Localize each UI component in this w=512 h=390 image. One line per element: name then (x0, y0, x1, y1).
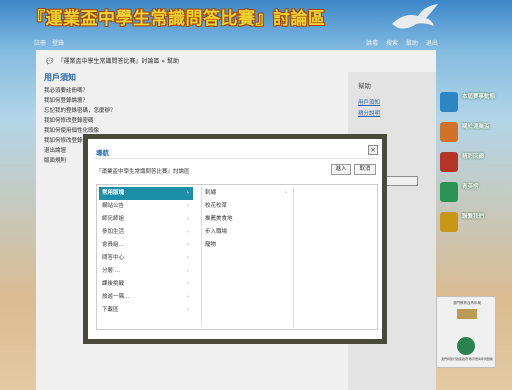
forum-category-item[interactable]: 旅遊一隅... › (99, 291, 193, 304)
forum-category-label: 網站公告 (102, 203, 125, 209)
forum-category-item[interactable]: 會員組... › (99, 239, 193, 252)
forum-category-item[interactable]: 分層 ... › (99, 265, 193, 278)
enter-button[interactable]: 進入 (331, 164, 351, 175)
forum-board-item[interactable]: 寵物 (202, 239, 291, 252)
chevron-right-icon: › (186, 203, 189, 209)
forum-category-item[interactable]: 下載區 › (99, 304, 193, 317)
forum-category-label: 課後挑戰 (102, 281, 125, 287)
chevron-right-icon: › (186, 268, 189, 274)
chevron-right-icon: › (284, 190, 287, 196)
chevron-right-icon: › (186, 255, 189, 261)
forum-category-label: 旅遊一隅... (102, 294, 130, 300)
chevron-right-icon: › (186, 242, 189, 248)
forum-category-item[interactable]: 問答中心 › (99, 252, 193, 265)
forum-category-label: 分層 ... (102, 268, 120, 274)
forum-category-label: 參加生活 (102, 229, 125, 235)
forum-category-label: 會員組... (102, 242, 124, 248)
dialog-title: 導航 (96, 149, 109, 157)
dialog-header: 導航 × (94, 145, 378, 159)
chevron-right-icon: › (186, 307, 189, 313)
chevron-right-icon: › (186, 190, 189, 196)
forum-column-1: 常用版塊 › 網站公告 › 師兄師姐 › 參加生活 › 會員組... › 問答中心 › 分層… (99, 187, 193, 327)
forum-tree: 常用版塊 › 網站公告 › 師兄師姐 › 參加生活 › 會員組... › 問答中心 › 分層… (96, 184, 378, 330)
forum-board-label: 刺繡 (205, 190, 217, 196)
forum-board-label: 推薦美食地 (205, 216, 233, 222)
cancel-button[interactable]: 取消 (354, 164, 376, 175)
chevron-right-icon: › (186, 216, 189, 222)
forum-category-label: 常用版塊 (102, 190, 125, 196)
navigation-dialog: 導航 × 『運業盃中學生常識問答比賽』討論區 進入 取消 常用版塊 › 網站公告 ›… (83, 134, 387, 344)
forum-category-item[interactable]: 網站公告 › (99, 200, 193, 213)
forum-category-item[interactable]: 常用版塊 › (99, 187, 193, 200)
forum-category-item[interactable]: 參加生活 › (99, 226, 193, 239)
chevron-right-icon: › (186, 294, 189, 300)
chevron-right-icon: › (186, 281, 189, 287)
forum-category-item[interactable]: 課後挑戰 › (99, 278, 193, 291)
dialog-current-path: 『運業盃中學生常識問答比賽』討論區 (96, 169, 190, 175)
forum-board-item[interactable]: 刺繡 › (202, 187, 291, 200)
forum-column-3 (293, 187, 377, 327)
forum-column-2: 刺繡 › 校花校草 推薦美食地 步入職場 寵物 (201, 187, 291, 327)
forum-board-label: 步入職場 (205, 229, 228, 235)
forum-board-item[interactable]: 步入職場 (202, 226, 291, 239)
forum-category-label: 問答中心 (102, 255, 125, 261)
forum-category-label: 下載區 (102, 307, 119, 313)
forum-board-item[interactable]: 校花校草 (202, 200, 291, 213)
chevron-right-icon: › (186, 229, 189, 235)
forum-board-label: 校花校草 (205, 203, 228, 209)
forum-category-item[interactable]: 師兄師姐 › (99, 213, 193, 226)
forum-board-item[interactable]: 推薦美食地 (202, 213, 291, 226)
close-icon[interactable]: × (368, 145, 378, 155)
forum-board-label: 寵物 (205, 242, 217, 248)
forum-category-label: 師兄師姐 (102, 216, 125, 222)
